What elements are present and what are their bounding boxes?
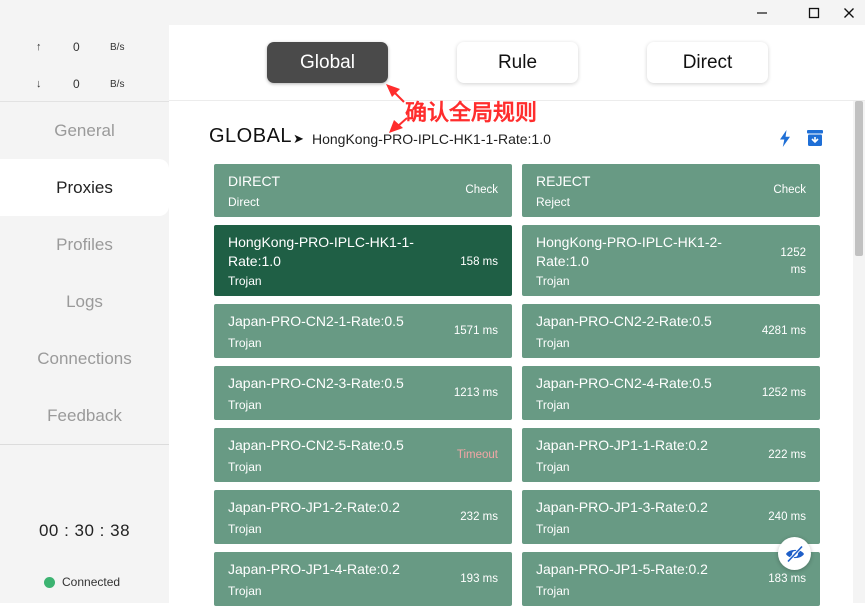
sidebar-item-logs[interactable]: Logs: [0, 273, 169, 330]
mode-selector: Global Rule Direct: [169, 25, 865, 101]
proxy-type: Trojan: [536, 274, 570, 288]
proxy-delay[interactable]: 222 ms: [768, 447, 806, 464]
proxy-card-jp1-4[interactable]: Japan-PRO-JP1-4-Rate:0.2 Trojan 193 ms: [214, 552, 512, 606]
proxy-type: Trojan: [536, 336, 570, 350]
sidebar-item-proxies[interactable]: Proxies: [0, 159, 169, 216]
sidebar-item-general[interactable]: General: [0, 102, 169, 159]
proxy-delay[interactable]: 1571 ms: [454, 323, 498, 340]
proxy-type: Trojan: [228, 274, 262, 288]
proxy-name: Japan-PRO-CN2-5-Rate:0.5: [228, 437, 404, 453]
hide-toggle-button[interactable]: [778, 537, 811, 570]
proxy-delay[interactable]: 1252 ms: [766, 245, 806, 279]
upload-speed-unit: B/s: [110, 42, 125, 53]
proxy-check-button[interactable]: Check: [465, 182, 498, 199]
minimize-icon: [757, 11, 767, 14]
proxy-type: Trojan: [228, 522, 262, 536]
proxy-type: Trojan: [228, 336, 262, 350]
proxy-check-button[interactable]: Check: [773, 182, 806, 199]
sidebar-item-profiles[interactable]: Profiles: [0, 216, 169, 273]
upload-speed-value: 0: [73, 40, 80, 54]
proxy-card-reject[interactable]: REJECT Reject Check: [522, 164, 820, 217]
proxy-name: Japan-PRO-CN2-1-Rate:0.5: [228, 313, 404, 329]
proxy-delay[interactable]: 1213 ms: [454, 385, 498, 402]
proxy-type: Trojan: [228, 584, 262, 598]
eye-slash-icon: [785, 544, 804, 563]
proxy-type: Trojan: [536, 522, 570, 536]
proxy-card-cn2-2[interactable]: Japan-PRO-CN2-2-Rate:0.5 Trojan 4281 ms: [522, 304, 820, 358]
proxy-type: Direct: [228, 195, 260, 209]
proxy-delay[interactable]: 4281 ms: [762, 323, 806, 340]
close-icon: [844, 7, 854, 18]
maximize-icon: [808, 7, 820, 18]
download-speed: ↓ 0 B/s: [0, 75, 169, 95]
proxy-name: Japan-PRO-JP1-5-Rate:0.2: [536, 561, 708, 577]
proxy-type: Trojan: [228, 398, 262, 412]
proxy-type: Trojan: [536, 398, 570, 412]
proxy-delay[interactable]: 1252 ms: [762, 385, 806, 402]
proxy-card-cn2-4[interactable]: Japan-PRO-CN2-4-Rate:0.5 Trojan 1252 ms: [522, 366, 820, 420]
download-speed-value: 0: [73, 77, 80, 91]
close-button[interactable]: [833, 0, 865, 25]
connection-timer: 00 : 30 : 38: [38, 521, 131, 540]
proxy-name: Japan-PRO-JP1-1-Rate:0.2: [536, 437, 708, 453]
proxy-card-jp1-3[interactable]: Japan-PRO-JP1-3-Rate:0.2 Trojan 240 ms: [522, 490, 820, 544]
proxy-card-hk1-1[interactable]: HongKong-PRO-IPLC-HK1-1-Rate:1.0 Trojan …: [214, 225, 512, 296]
proxy-name: Japan-PRO-JP1-2-Rate:0.2: [228, 499, 400, 515]
minimize-button[interactable]: [746, 0, 778, 25]
proxy-card-cn2-1[interactable]: Japan-PRO-CN2-1-Rate:0.5 Trojan 1571 ms: [214, 304, 512, 358]
proxy-name: Japan-PRO-JP1-3-Rate:0.2: [536, 499, 708, 515]
mode-tab-direct[interactable]: Direct: [647, 42, 768, 83]
proxy-card-direct[interactable]: DIRECT Direct Check: [214, 164, 512, 217]
download-arrow-icon: ↓: [36, 78, 42, 90]
annotation-label: 确认全局规则: [405, 101, 538, 126]
proxy-name: HongKong-PRO-IPLC-HK1-1-Rate:1.0: [228, 234, 414, 269]
proxy-name: Japan-PRO-CN2-3-Rate:0.5: [228, 375, 404, 391]
proxy-card-jp1-5[interactable]: Japan-PRO-JP1-5-Rate:0.2 Trojan 183 ms: [522, 552, 820, 606]
scrollbar-thumb[interactable]: [855, 101, 863, 256]
proxy-name: DIRECT: [228, 173, 281, 189]
download-speed-unit: B/s: [110, 79, 125, 90]
proxy-delay-timeout[interactable]: Timeout: [457, 447, 498, 464]
status-dot-icon: [44, 576, 55, 588]
status-label: Connected: [62, 575, 121, 589]
maximize-button[interactable]: [798, 0, 830, 25]
proxy-group-title: GLOBAL: [209, 125, 293, 147]
proxy-card-jp1-1[interactable]: Japan-PRO-JP1-1-Rate:0.2 Trojan 222 ms: [522, 428, 820, 482]
upload-arrow-icon: ↑: [36, 41, 42, 53]
divider: [0, 444, 169, 445]
proxy-delay[interactable]: 158 ms: [460, 254, 498, 271]
proxy-name: Japan-PRO-JP1-4-Rate:0.2: [228, 561, 400, 577]
proxy-name: Japan-PRO-CN2-4-Rate:0.5: [536, 375, 712, 391]
proxy-card-cn2-5[interactable]: Japan-PRO-CN2-5-Rate:0.5 Trojan Timeout: [214, 428, 512, 482]
proxy-delay[interactable]: 193 ms: [460, 571, 498, 588]
proxy-name: REJECT: [536, 173, 591, 189]
proxy-name: HongKong-PRO-IPLC-HK1-2-Rate:1.0: [536, 234, 722, 269]
sidebar-item-feedback[interactable]: Feedback: [0, 387, 169, 444]
proxy-type: Trojan: [536, 460, 570, 474]
proxy-card-cn2-3[interactable]: Japan-PRO-CN2-3-Rate:0.5 Trojan 1213 ms: [214, 366, 512, 420]
connection-status: Connected: [44, 575, 120, 589]
sidebar: ↑ 0 B/s ↓ 0 B/s General Proxies Profiles…: [0, 25, 169, 603]
proxy-delay[interactable]: 232 ms: [460, 509, 498, 526]
upload-speed: ↑ 0 B/s: [0, 38, 169, 58]
proxy-type: Trojan: [228, 460, 262, 474]
sidebar-item-connections[interactable]: Connections: [0, 330, 169, 387]
arrow-right-icon: ➤: [293, 131, 304, 146]
proxy-name: Japan-PRO-CN2-2-Rate:0.5: [536, 313, 712, 329]
proxy-type: Trojan: [536, 584, 570, 598]
window-titlebar: [0, 0, 865, 25]
proxy-delay[interactable]: 183 ms: [768, 571, 806, 588]
proxy-card-jp1-2[interactable]: Japan-PRO-JP1-2-Rate:0.2 Trojan 232 ms: [214, 490, 512, 544]
mode-tab-global[interactable]: Global: [267, 42, 388, 83]
archive-box-icon[interactable]: [806, 129, 824, 152]
proxy-card-hk1-2[interactable]: HongKong-PRO-IPLC-HK1-2-Rate:1.0 Trojan …: [522, 225, 820, 296]
mode-tab-rule[interactable]: Rule: [457, 42, 578, 83]
selected-proxy-label: HongKong-PRO-IPLC-HK1-1-Rate:1.0: [312, 131, 551, 147]
proxy-delay[interactable]: 240 ms: [768, 509, 806, 526]
bolt-icon[interactable]: [779, 130, 791, 152]
proxy-type: Reject: [536, 195, 571, 209]
